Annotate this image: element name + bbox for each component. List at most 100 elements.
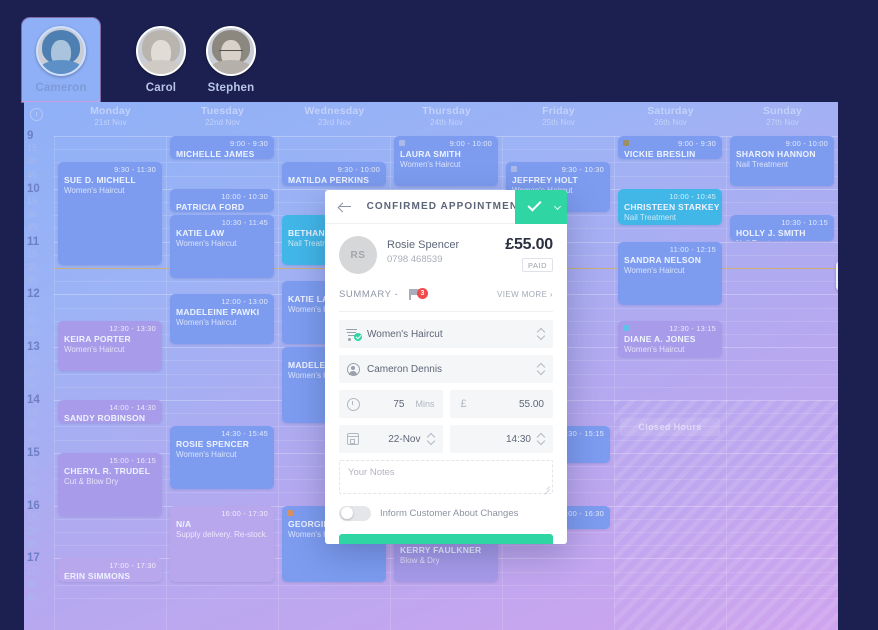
time-field[interactable]: 14:30	[449, 425, 553, 453]
event-status-dot	[623, 140, 629, 146]
day-header-tuesday[interactable]: Tuesday 22nd Nov	[166, 105, 279, 127]
time-axis-gutter: 9 15 30 45 10 15 30 45 11 15 30 45 12 15 30 45 13 15 30 45 1…	[24, 130, 54, 630]
avatar	[206, 26, 256, 76]
resize-handle-icon[interactable]	[543, 484, 550, 491]
time-tick: 30	[27, 262, 38, 272]
time-tick: 30	[27, 209, 38, 220]
calendar-event[interactable]: 14:30 - 15:45 ROSIE SPENCER Women's Haircu…	[170, 426, 274, 490]
clock-icon	[339, 397, 367, 411]
inform-customer-label: Inform Customer About Changes	[380, 507, 519, 519]
time-tick: 9	[27, 130, 34, 142]
event-time: 16:00 - 17:30	[221, 508, 268, 518]
day-name: Saturday	[647, 105, 694, 117]
stepper-icon[interactable]	[428, 433, 435, 445]
staff-tab-carol[interactable]: Carol	[122, 18, 200, 102]
time-tick: 45	[27, 380, 38, 391]
event-status-dot	[287, 509, 293, 516]
event-customer-name: CHERYL R. TRUDEL	[64, 465, 151, 476]
calendar-event[interactable]: 11:00 - 12:15 SANDRA NELSON Women's Haircu…	[618, 241, 722, 305]
event-customer-name: VICKIE BRESLIN	[624, 149, 696, 159]
day-name: Friday	[542, 105, 575, 117]
pound-icon: £	[460, 398, 467, 410]
time-tick: 30	[27, 156, 38, 167]
calendar-event[interactable]: 10:30 - 10:15HOLLY J. SMITHNail Treatmen…	[730, 215, 834, 242]
duration-field[interactable]: 75 Mins	[339, 390, 443, 418]
grid-line	[166, 136, 167, 630]
time-tick: 30	[27, 314, 38, 325]
chevron-down-icon[interactable]	[553, 202, 562, 211]
event-service: Women's Haircut	[624, 344, 685, 354]
calendar-event[interactable]: 10:00 - 10:30 PATRICIA FORD	[170, 188, 274, 213]
calendar-event[interactable]: 9:00 - 10:00 SHARON HANNON Nail Treatment	[730, 136, 834, 186]
calendar-event[interactable]: 9:30 - 11:30 SUE D. MICHELL Women's Haircu…	[58, 162, 162, 265]
day-date: 22nd Nov	[204, 118, 241, 127]
calendar-event[interactable]: 9:30 - 10:00 MATILDA PERKINS	[282, 162, 386, 186]
event-customer-name: KATIE LAW	[176, 228, 225, 239]
day-header-thursday[interactable]: Thursday 24th Nov	[390, 105, 503, 127]
event-customer-name: PATRICIA FORD	[176, 201, 245, 212]
notes-input[interactable]: Your Notes	[339, 460, 553, 494]
calendar-event[interactable]: 9:00 - 10:00 LAURA SMITH Women's Haircut	[394, 136, 498, 186]
toggle-knob	[340, 507, 353, 519]
day-header-sunday[interactable]: Sunday 27th Nov	[726, 105, 838, 127]
day-header-friday[interactable]: Friday 25th Nov	[502, 105, 615, 127]
appointment-form: Women's Haircut Cameron Dennis 75 Mins £…	[325, 312, 567, 544]
time-tick: 15	[27, 248, 38, 259]
view-more-link[interactable]: VIEW MORE ›	[497, 290, 553, 299]
event-customer-name: ERIN SIMMONS	[64, 571, 131, 582]
inform-customer-toggle[interactable]	[339, 505, 371, 521]
customer-summary: RS Rosie Spencer 0798 468539 £55.00 PAID	[325, 224, 567, 286]
time-tick: 30	[27, 578, 38, 589]
calendar-event[interactable]: 10:00 - 10:45 CHRISTEEN STARKEY Nail Treat…	[618, 188, 722, 226]
checkmark-icon	[527, 197, 542, 212]
date-value: 22-Nov	[388, 433, 421, 445]
save-button[interactable]: Save Changes	[339, 534, 553, 544]
calendar-event[interactable]: 12:00 - 13:00 MADELEINE PAWKI Women's Hair…	[170, 294, 274, 345]
event-time: 9:30 - 10:30	[561, 165, 604, 175]
calendar-event[interactable]: 9:00 - 9:30 VICKIE BRESLIN	[618, 136, 722, 160]
day-header-wednesday[interactable]: Wednesday 23rd Nov	[278, 105, 391, 127]
event-service: Cut & Blow Dry	[64, 476, 119, 486]
service-field[interactable]: Women's Haircut	[339, 320, 553, 348]
calendar-event[interactable]: 10:30 - 11:45 KATIE LAW Women's Haircut	[170, 215, 274, 279]
inform-customer-row: Inform Customer About Changes	[339, 502, 553, 524]
time-tick: 14	[27, 394, 40, 406]
event-status-dot	[511, 166, 517, 173]
event-time: 9:30 - 11:30	[114, 165, 156, 175]
time-tick: 17	[27, 552, 40, 565]
event-service: Women's Haircut	[400, 160, 461, 169]
event-service: Supply delivery. Re-stock.	[176, 529, 268, 539]
time-tick: 15	[27, 196, 38, 206]
stepper-icon[interactable]	[538, 363, 545, 375]
event-time: 9:00 - 9:30	[677, 139, 716, 148]
day-header-monday[interactable]: Monday 21st Nov	[54, 105, 167, 127]
staff-field[interactable]: Cameron Dennis	[339, 355, 553, 383]
day-header-saturday[interactable]: Saturday 26th Nov	[614, 105, 727, 127]
event-time: 10:00 - 10:30	[221, 191, 268, 201]
calendar-event[interactable]: 12:30 - 13:30 KEIRA PORTER Women's Haircut	[58, 320, 162, 371]
date-field[interactable]: 22-Nov	[339, 425, 443, 453]
stepper-icon[interactable]	[538, 433, 545, 445]
staff-tab-cameron[interactable]: Cameron	[22, 18, 100, 102]
app-root: Cameron Carol Stephen Monday 21st Nov Tuesda…	[0, 0, 878, 630]
calendar-event[interactable]: 16:00 - 17:30 N/A Supply delivery. Re-stoc…	[170, 505, 274, 582]
event-customer-name: N/A	[176, 518, 192, 529]
calendar-event[interactable]: 12:30 - 13:15 DIANE A. JONES Women's Hairc…	[618, 320, 722, 358]
staff-tab-stephen[interactable]: Stephen	[192, 18, 270, 102]
stepper-icon[interactable]	[538, 328, 545, 340]
grid-line	[54, 136, 55, 630]
amount-field[interactable]: £ 55.00	[449, 390, 553, 418]
duration-value: 75	[393, 398, 405, 410]
calendar-event[interactable]: 15:00 - 16:15 CHERYL R. TRUDEL Cut & Blow …	[58, 452, 162, 516]
calendar-event[interactable]: 17:00 - 17:30 ERIN SIMMONS	[58, 558, 162, 582]
day-date: 24th Nov	[430, 118, 463, 127]
calendar-event[interactable]: 9:00 - 9:30 MICHELLE JAMES	[170, 136, 274, 160]
time-tick: 15	[27, 407, 38, 418]
scroll-handle[interactable]	[836, 262, 838, 290]
event-customer-name: KERRY FAULKNER	[400, 545, 482, 555]
time-tick: 10	[27, 182, 40, 195]
calendar-event[interactable]: 14:00 - 14:30 SANDY ROBINSON	[58, 400, 162, 424]
confirm-button[interactable]	[515, 190, 567, 224]
modal-header: CONFIRMED APPOINTMENT	[325, 190, 567, 224]
event-customer-name: SHARON HANNON	[736, 149, 816, 159]
